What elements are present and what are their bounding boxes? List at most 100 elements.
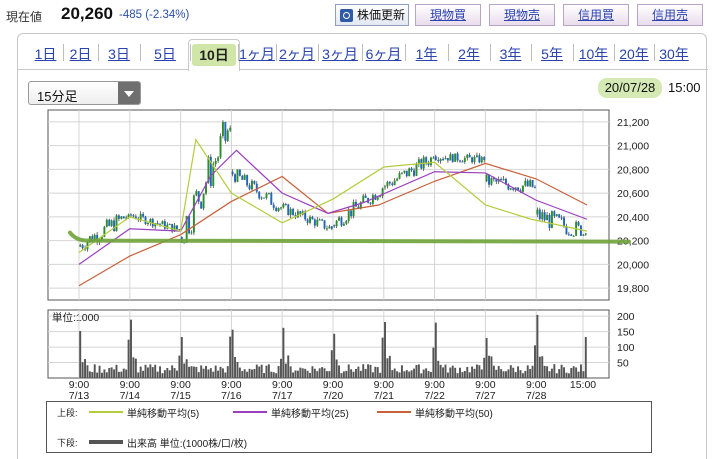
volume-bar [275,373,278,378]
legend-volume-swatch [89,440,123,444]
volume-bar [442,367,445,378]
volume-bar [415,364,418,378]
candle-body [263,197,266,199]
candle-body [335,220,338,227]
volume-bar [553,364,556,378]
volume-bar [466,366,469,378]
volume-bar [398,372,401,378]
candle-body [541,212,544,220]
volume-bar [338,365,341,378]
price-label: 現在値 [6,10,43,24]
candle-body [224,122,227,141]
volume-bar [541,356,544,378]
candle-body [309,216,311,223]
volume-bar [260,364,263,378]
candle-body [241,175,244,180]
margin-sell-button[interactable]: 信用売 [637,4,703,26]
volume-bar [122,368,125,378]
candle-body [403,170,406,173]
volume-bar [180,337,183,378]
volume-bar [325,371,328,378]
candle-body [502,178,505,181]
candle-body [432,157,435,159]
candle-body [396,178,399,181]
volume-bar [364,368,367,378]
volume-bar [234,357,236,378]
candle-body [560,217,563,219]
volume-bar [93,364,96,378]
price-tick-label: 20,000 [617,259,649,271]
volume-bar [524,370,527,378]
candle-body [306,219,309,223]
candle-body [521,185,524,192]
volume-bar [246,371,249,378]
volume-bar [113,369,116,378]
price-tick-label: 19,800 [617,283,649,295]
volume-bar [454,367,457,378]
volume-bar [575,367,578,378]
volume-bar [413,368,416,378]
spot-sell-button[interactable]: 現物売 [489,4,555,26]
volume-bar [238,367,241,378]
volume-bar [280,358,282,378]
volume-bar [258,366,261,378]
candle-body [567,234,570,236]
candle-body [405,170,408,177]
candle-body [483,157,486,160]
chart-panel: 10日 1日 2日 3日 5日 1ヶ月 2ヶ月 3ヶ月 6ヶ月 1年 2年 3年 5年 10年 20年 30… [17,33,708,459]
volume-bar [475,364,478,378]
volume-bar [221,368,224,378]
candle-body [439,159,442,161]
candle-body [459,160,461,162]
current-price: 20,260 [61,4,113,23]
volume-bar [546,366,549,378]
volume-bar [531,365,534,378]
volume-tick-label: 150 [617,327,635,339]
legend-ma5-swatch [89,411,123,413]
candle-body [176,225,178,230]
volume-bar [207,369,210,378]
volume-bar [296,370,299,378]
legend-upper-tag: 上段: [57,408,78,418]
candle-body [231,171,234,175]
candle-body [475,155,478,157]
refresh-price-button[interactable]: 株価更新 [335,4,409,26]
margin-buy-button[interactable]: 信用買 [563,4,629,26]
candle-body [200,201,203,209]
volume-bar [492,365,495,378]
candle-body [437,160,440,162]
volume-bar [335,359,338,378]
volume-bar [558,369,561,378]
volume-bar [405,370,408,378]
volume-bar [98,365,101,378]
spot-buy-button[interactable]: 現物買 [415,4,481,26]
candle-body [468,154,471,158]
candle-body [454,153,457,162]
volume-bar [248,368,251,378]
volume-bar [156,371,159,378]
candle-body [255,183,258,192]
volume-bar [526,365,529,378]
volume-bar [130,319,132,378]
volume-bar [115,364,118,378]
volume-bar [463,370,466,378]
volume-bar [534,345,536,378]
price-tick-label: 21,000 [617,141,649,153]
candle-body [391,183,394,186]
candle-body [488,174,490,185]
candle-body [572,235,575,237]
candle-body [161,221,164,225]
volume-bar [459,367,461,378]
volume-bar [376,367,379,378]
volume-bar [403,371,406,378]
volume-bar [357,366,360,378]
candle-body [120,216,123,219]
volume-bar [374,366,377,378]
volume-bar [342,371,345,378]
volume-bar [86,365,89,378]
candle-body [490,177,493,185]
volume-bar [347,364,350,378]
volume-bar [301,368,304,378]
candle-body [139,213,142,220]
volume-bar [565,372,568,378]
